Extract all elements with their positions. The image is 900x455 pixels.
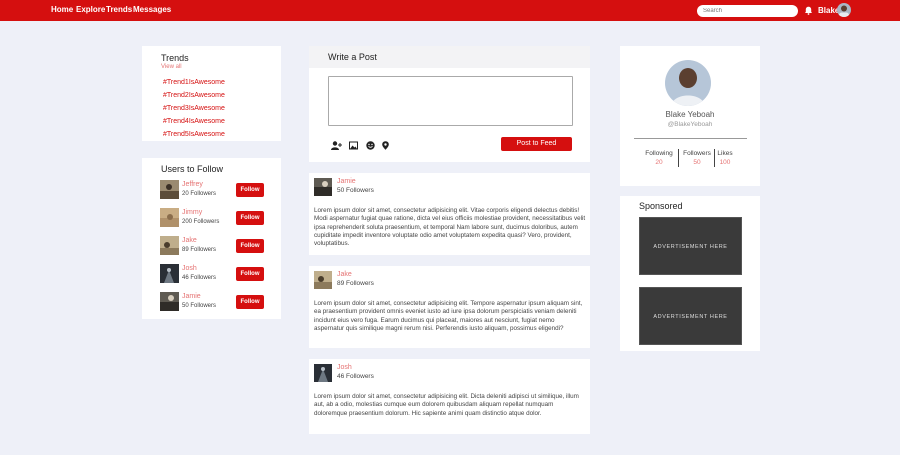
follow-user-row: Josh 46 Followers Follow (160, 264, 270, 286)
post-author-name[interactable]: Jamie (337, 178, 356, 185)
post-author-followers: 89 Followers (337, 280, 374, 287)
trends-title: Trends (161, 53, 189, 63)
post-body: Lorem ipsum dolor sit amet, consectetur … (314, 393, 579, 417)
add-user-icon[interactable] (331, 141, 342, 150)
follow-user-row: Jamie 50 Followers Follow (160, 292, 270, 314)
post-author-name[interactable]: Jake (337, 271, 352, 278)
users-to-follow-title: Users to Follow (161, 164, 224, 174)
post-body: Lorem ipsum dolor sit amet, consectetur … (314, 300, 583, 332)
post-author-avatar[interactable] (314, 178, 332, 196)
stat-value: 20 (655, 159, 663, 166)
users-to-follow-card: Users to Follow Jeffrey 20 Followers Fol… (142, 158, 281, 319)
nav-explore-link[interactable]: Explore (76, 5, 105, 14)
user-name[interactable]: Jake (182, 237, 197, 244)
trend-item[interactable]: #Trend4IsAwesome (163, 118, 225, 125)
trend-item[interactable]: #Trend5IsAwesome (163, 131, 225, 138)
stat-value: 50 (693, 159, 701, 166)
search-input[interactable] (697, 5, 798, 17)
post-author-avatar[interactable] (314, 364, 332, 382)
emoji-icon[interactable] (366, 141, 375, 150)
profile-handle: @BlakeYeboah (667, 121, 713, 128)
following-stat[interactable]: Following 20 (644, 150, 674, 166)
followers-stat[interactable]: Followers 50 (680, 150, 714, 166)
sponsored-title: Sponsored (639, 201, 683, 211)
stat-value: 100 (719, 159, 731, 166)
post-body: Lorem ipsum dolor sit amet, consectetur … (314, 207, 586, 248)
advertisement-banner[interactable]: ADVERTISEMENT HERE (639, 287, 742, 345)
user-avatar[interactable] (160, 236, 179, 255)
user-followers: 89 Followers (182, 247, 217, 253)
user-avatar[interactable] (160, 208, 179, 227)
follow-user-row: Jimmy 200 Followers Follow (160, 208, 270, 230)
follow-button[interactable]: Follow (236, 211, 264, 225)
post-textarea[interactable] (328, 76, 573, 126)
user-followers: 46 Followers (182, 275, 217, 281)
profile-divider (634, 138, 747, 139)
trend-item[interactable]: #Trend2IsAwesome (163, 92, 225, 99)
profile-name: Blake Yeboah (665, 110, 715, 119)
follow-button[interactable]: Follow (236, 267, 264, 281)
follow-button[interactable]: Follow (236, 239, 264, 253)
write-post-header: Write a Post (309, 46, 590, 68)
post-author-followers: 50 Followers (337, 187, 374, 194)
write-post-title: Write a Post (328, 52, 377, 62)
trend-item[interactable]: #Trend3IsAwesome (163, 105, 225, 112)
post-author-avatar[interactable] (314, 271, 332, 289)
sponsored-card: Sponsored ADVERTISEMENT HERE ADVERTISEME… (620, 196, 760, 351)
post-card: Jake 89 Followers Lorem ipsum dolor sit … (309, 266, 590, 348)
nav-messages-link[interactable]: Messages (133, 5, 171, 14)
user-name[interactable]: Josh (182, 265, 197, 272)
user-followers: 50 Followers (182, 303, 217, 309)
user-name[interactable]: Jamie (182, 293, 201, 300)
nav-trends-link[interactable]: Trends (106, 5, 132, 14)
user-avatar[interactable] (160, 292, 179, 311)
follow-button[interactable]: Follow (236, 183, 264, 197)
trends-card: Trends View all #Trend1IsAwesome #Trend2… (142, 46, 281, 141)
post-card: Josh 46 Followers Lorem ipsum dolor sit … (309, 359, 590, 434)
likes-stat[interactable]: Likes 100 (716, 150, 734, 166)
view-all-link[interactable]: View all (161, 64, 182, 70)
follow-user-row: Jake 89 Followers Follow (160, 236, 270, 258)
top-nav: Home Explore Trends Messages Blake (0, 0, 900, 21)
profile-card: Blake Yeboah @BlakeYeboah Following 20 F… (620, 46, 760, 186)
stat-divider (714, 149, 715, 167)
user-followers: 20 Followers (182, 191, 217, 197)
trend-item[interactable]: #Trend1IsAwesome (163, 79, 225, 86)
post-author-followers: 46 Followers (337, 373, 374, 380)
bell-icon[interactable] (804, 6, 813, 15)
advertisement-banner[interactable]: ADVERTISEMENT HERE (639, 217, 742, 275)
post-author-name[interactable]: Josh (337, 364, 352, 371)
write-post-card: Write a Post Post to Feed (309, 46, 590, 162)
post-to-feed-button[interactable]: Post to Feed (501, 137, 572, 151)
user-name[interactable]: Jeffrey (182, 181, 203, 188)
user-avatar[interactable] (160, 264, 179, 283)
user-followers: 200 Followers (182, 219, 220, 225)
nav-home-link[interactable]: Home (51, 5, 73, 14)
stat-label: Followers (683, 150, 711, 157)
stat-label: Following (645, 150, 673, 157)
nav-avatar[interactable] (837, 3, 851, 17)
post-card: Jamie 50 Followers Lorem ipsum dolor sit… (309, 173, 590, 255)
user-name[interactable]: Jimmy (182, 209, 202, 216)
stat-divider (678, 149, 679, 167)
image-icon[interactable] (349, 141, 358, 150)
location-icon[interactable] (381, 141, 390, 150)
profile-avatar[interactable] (665, 60, 711, 106)
user-avatar[interactable] (160, 180, 179, 199)
follow-button[interactable]: Follow (236, 295, 264, 309)
follow-user-row: Jeffrey 20 Followers Follow (160, 180, 270, 202)
stat-label: Likes (717, 150, 733, 157)
